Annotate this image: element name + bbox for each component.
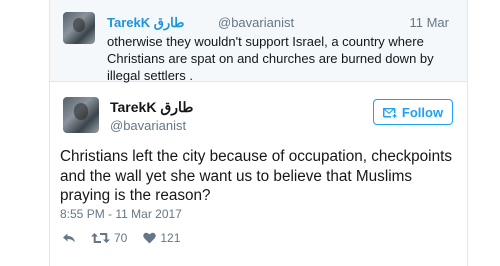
- reply-author-name[interactable]: TarekK طارق: [107, 15, 184, 31]
- retweet-icon: [91, 233, 110, 243]
- like-count: 121: [160, 231, 181, 245]
- reply-text: otherwise they wouldn't support Israel, …: [107, 34, 434, 83]
- author-avatar[interactable]: [63, 97, 99, 133]
- follow-label: Follow: [401, 104, 444, 120]
- reply-date[interactable]: 11 Mar: [410, 15, 450, 30]
- tweet-timestamp[interactable]: 8:55 PM - 11 Mar 2017: [60, 207, 182, 221]
- retweet-button[interactable]: 70: [91, 231, 127, 245]
- tweet-actions: 70 121: [62, 229, 180, 247]
- author-name[interactable]: TarekK طارق: [110, 99, 193, 116]
- embedded-tweet-card: TarekK طارق @bavarianist 11 Mar otherwis…: [49, 0, 468, 266]
- add-user-icon: [382, 108, 397, 118]
- quoted-reply-tweet[interactable]: TarekK طارق @bavarianist 11 Mar otherwis…: [50, 0, 467, 83]
- reply-author-handle[interactable]: @bavarianist: [218, 15, 294, 30]
- reply-avatar[interactable]: [63, 12, 95, 44]
- follow-button[interactable]: Follow: [373, 99, 453, 125]
- heart-icon: [143, 232, 157, 244]
- reply-icon: [63, 233, 75, 243]
- reply-button[interactable]: [62, 232, 76, 244]
- tweet-text: Christians left the city because of occu…: [60, 148, 452, 204]
- author-handle[interactable]: @bavarianist: [110, 118, 186, 133]
- retweet-count: 70: [114, 231, 128, 245]
- like-button[interactable]: 121: [143, 231, 180, 245]
